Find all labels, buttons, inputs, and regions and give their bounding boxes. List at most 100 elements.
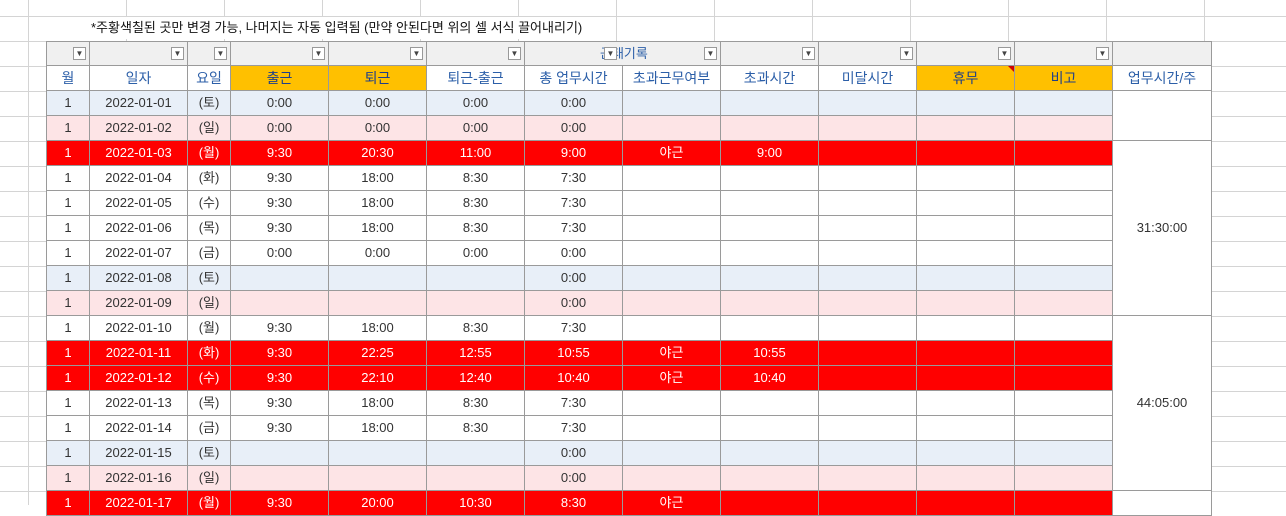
cell-memo[interactable] <box>1014 315 1113 341</box>
cell-overtime-flag[interactable]: 야근 <box>622 365 721 391</box>
cell-shortfall[interactable] <box>818 290 917 316</box>
cell-month[interactable]: 1 <box>46 165 90 191</box>
cell-memo[interactable] <box>1014 115 1113 141</box>
cell-date[interactable]: 2022-01-05 <box>89 190 188 216</box>
cell-weekday[interactable]: (월) <box>187 140 231 166</box>
cell-month[interactable]: 1 <box>46 490 90 516</box>
filter-active-icon[interactable]: ▼ <box>171 47 184 60</box>
cell-out-minus-in[interactable]: 8:30 <box>426 415 525 441</box>
cell-memo[interactable] <box>1014 365 1113 391</box>
cell-total-hours[interactable]: 7:30 <box>524 390 623 416</box>
cell-weekly-hours[interactable]: 31:30:00 <box>1112 140 1212 316</box>
cell-clock-in[interactable]: 0:00 <box>230 240 329 266</box>
cell-overtime-hours[interactable] <box>720 290 819 316</box>
cell-total-hours[interactable]: 10:40 <box>524 365 623 391</box>
cell-clock-in[interactable] <box>230 265 329 291</box>
cell-shortfall[interactable] <box>818 490 917 516</box>
cell-month[interactable]: 1 <box>46 465 90 491</box>
filter-dropdown-button[interactable]: ▼ <box>802 47 815 60</box>
cell-weekly-hours[interactable] <box>1112 90 1212 141</box>
filter-dropdown-button[interactable]: ▼ <box>704 47 717 60</box>
cell-overtime-hours[interactable] <box>720 415 819 441</box>
cell-shortfall[interactable] <box>818 240 917 266</box>
cell-date[interactable]: 2022-01-04 <box>89 165 188 191</box>
cell-overtime-flag[interactable]: 야근 <box>622 140 721 166</box>
cell-clock-out[interactable]: 0:00 <box>328 90 427 116</box>
cell-overtime-flag[interactable]: 야근 <box>622 490 721 516</box>
cell-clock-out[interactable]: 18:00 <box>328 315 427 341</box>
cell-shortfall[interactable] <box>818 115 917 141</box>
cell-clock-in[interactable]: 9:30 <box>230 415 329 441</box>
cell-date[interactable]: 2022-01-07 <box>89 240 188 266</box>
cell-day-off[interactable] <box>916 440 1015 466</box>
cell-clock-out[interactable]: 0:00 <box>328 115 427 141</box>
cell-total-hours[interactable]: 0:00 <box>524 440 623 466</box>
cell-out-minus-in[interactable]: 8:30 <box>426 215 525 241</box>
cell-overtime-flag[interactable] <box>622 165 721 191</box>
cell-weekday[interactable]: (토) <box>187 265 231 291</box>
cell-month[interactable]: 1 <box>46 340 90 366</box>
cell-out-minus-in[interactable]: 0:00 <box>426 90 525 116</box>
header-out-minus-in[interactable]: 퇴근-출근 <box>426 65 525 91</box>
header-weekday[interactable]: 요일 <box>187 65 231 91</box>
cell-overtime-hours[interactable]: 10:40 <box>720 365 819 391</box>
cell-total-hours[interactable]: 7:30 <box>524 165 623 191</box>
cell-weekday[interactable]: (화) <box>187 340 231 366</box>
cell-weekday[interactable]: (수) <box>187 365 231 391</box>
cell-clock-out[interactable]: 18:00 <box>328 215 427 241</box>
cell-total-hours[interactable]: 0:00 <box>524 115 623 141</box>
cell-date[interactable]: 2022-01-11 <box>89 340 188 366</box>
cell-total-hours[interactable]: 7:30 <box>524 315 623 341</box>
cell-day-off[interactable] <box>916 90 1015 116</box>
header-day-off[interactable]: 휴무 <box>916 65 1015 91</box>
cell-day-off[interactable] <box>916 315 1015 341</box>
cell-overtime-flag[interactable] <box>622 315 721 341</box>
cell-total-hours[interactable]: 8:30 <box>524 490 623 516</box>
cell-weekday[interactable]: (토) <box>187 440 231 466</box>
cell-day-off[interactable] <box>916 140 1015 166</box>
cell-overtime-flag[interactable] <box>622 90 721 116</box>
cell-out-minus-in[interactable]: 8:30 <box>426 165 525 191</box>
cell-overtime-hours[interactable] <box>720 240 819 266</box>
cell-weekday[interactable]: (월) <box>187 315 231 341</box>
cell-clock-out[interactable] <box>328 265 427 291</box>
filter-dropdown-button[interactable]: ▼ <box>214 47 227 60</box>
cell-clock-in[interactable] <box>230 465 329 491</box>
cell-clock-out[interactable] <box>328 290 427 316</box>
cell-clock-out[interactable]: 18:00 <box>328 390 427 416</box>
cell-clock-out[interactable]: 20:30 <box>328 140 427 166</box>
cell-memo[interactable] <box>1014 265 1113 291</box>
cell-month[interactable]: 1 <box>46 140 90 166</box>
cell-clock-in[interactable]: 9:30 <box>230 365 329 391</box>
cell-day-off[interactable] <box>916 415 1015 441</box>
cell-shortfall[interactable] <box>818 140 917 166</box>
header-overtime-flag[interactable]: 초과근무여부 <box>622 65 721 91</box>
cell-date[interactable]: 2022-01-17 <box>89 490 188 516</box>
cell-total-hours[interactable]: 10:55 <box>524 340 623 366</box>
cell-date[interactable]: 2022-01-02 <box>89 115 188 141</box>
cell-weekday[interactable]: (월) <box>187 490 231 516</box>
cell-total-hours[interactable]: 0:00 <box>524 240 623 266</box>
filter-dropdown-button[interactable]: ▼ <box>1096 47 1109 60</box>
cell-month[interactable]: 1 <box>46 240 90 266</box>
cell-shortfall[interactable] <box>818 190 917 216</box>
cell-shortfall[interactable] <box>818 415 917 441</box>
cell-total-hours[interactable]: 7:30 <box>524 415 623 441</box>
cell-weekday[interactable]: (금) <box>187 240 231 266</box>
cell-total-hours[interactable]: 7:30 <box>524 215 623 241</box>
cell-memo[interactable] <box>1014 90 1113 116</box>
cell-clock-in[interactable]: 9:30 <box>230 165 329 191</box>
header-clock-in[interactable]: 출근 <box>230 65 329 91</box>
cell-date[interactable]: 2022-01-12 <box>89 365 188 391</box>
header-weekly-hours[interactable]: 업무시간/주 <box>1112 65 1212 91</box>
cell-out-minus-in[interactable]: 12:55 <box>426 340 525 366</box>
cell-date[interactable]: 2022-01-08 <box>89 265 188 291</box>
cell-date[interactable]: 2022-01-10 <box>89 315 188 341</box>
cell-overtime-flag[interactable] <box>622 115 721 141</box>
cell-weekday[interactable]: (토) <box>187 90 231 116</box>
filter-dropdown-button[interactable]: ▼ <box>508 47 521 60</box>
cell-day-off[interactable] <box>916 390 1015 416</box>
cell-clock-in[interactable]: 9:30 <box>230 215 329 241</box>
cell-day-off[interactable] <box>916 465 1015 491</box>
filter-dropdown-button[interactable]: ▼ <box>410 47 423 60</box>
